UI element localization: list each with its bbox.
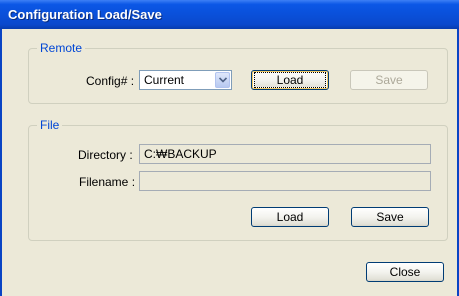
directory-value: C:₩BACKUP <box>144 147 217 161</box>
directory-field[interactable]: C:₩BACKUP <box>139 144 431 164</box>
chevron-down-icon[interactable] <box>215 72 230 88</box>
close-button[interactable]: Close <box>366 262 444 282</box>
file-load-label: Load <box>276 210 304 224</box>
filename-label: Filename : <box>79 175 136 189</box>
config-select[interactable]: Current <box>139 70 232 90</box>
remote-load-button[interactable]: Load <box>251 70 329 90</box>
close-label: Close <box>389 265 421 279</box>
title-bar[interactable]: Configuration Load/Save <box>0 0 459 29</box>
dialog-body: Remote Config# : Current Load Save File … <box>2 29 457 296</box>
config-select-value: Current <box>144 73 185 87</box>
config-label: Config# : <box>86 74 135 88</box>
remote-save-label: Save <box>375 73 403 87</box>
file-load-button[interactable]: Load <box>251 207 329 227</box>
directory-label: Directory : <box>78 148 133 162</box>
remote-save-button[interactable]: Save <box>350 70 428 90</box>
config-load-save-dialog: Configuration Load/Save Remote Config# :… <box>0 0 459 296</box>
filename-field[interactable] <box>139 171 431 191</box>
file-save-label: Save <box>376 210 404 224</box>
window-title: Configuration Load/Save <box>8 7 162 22</box>
remote-load-label: Load <box>253 72 327 88</box>
file-legend: File <box>37 118 63 132</box>
file-save-button[interactable]: Save <box>351 207 429 227</box>
remote-legend: Remote <box>37 41 86 55</box>
